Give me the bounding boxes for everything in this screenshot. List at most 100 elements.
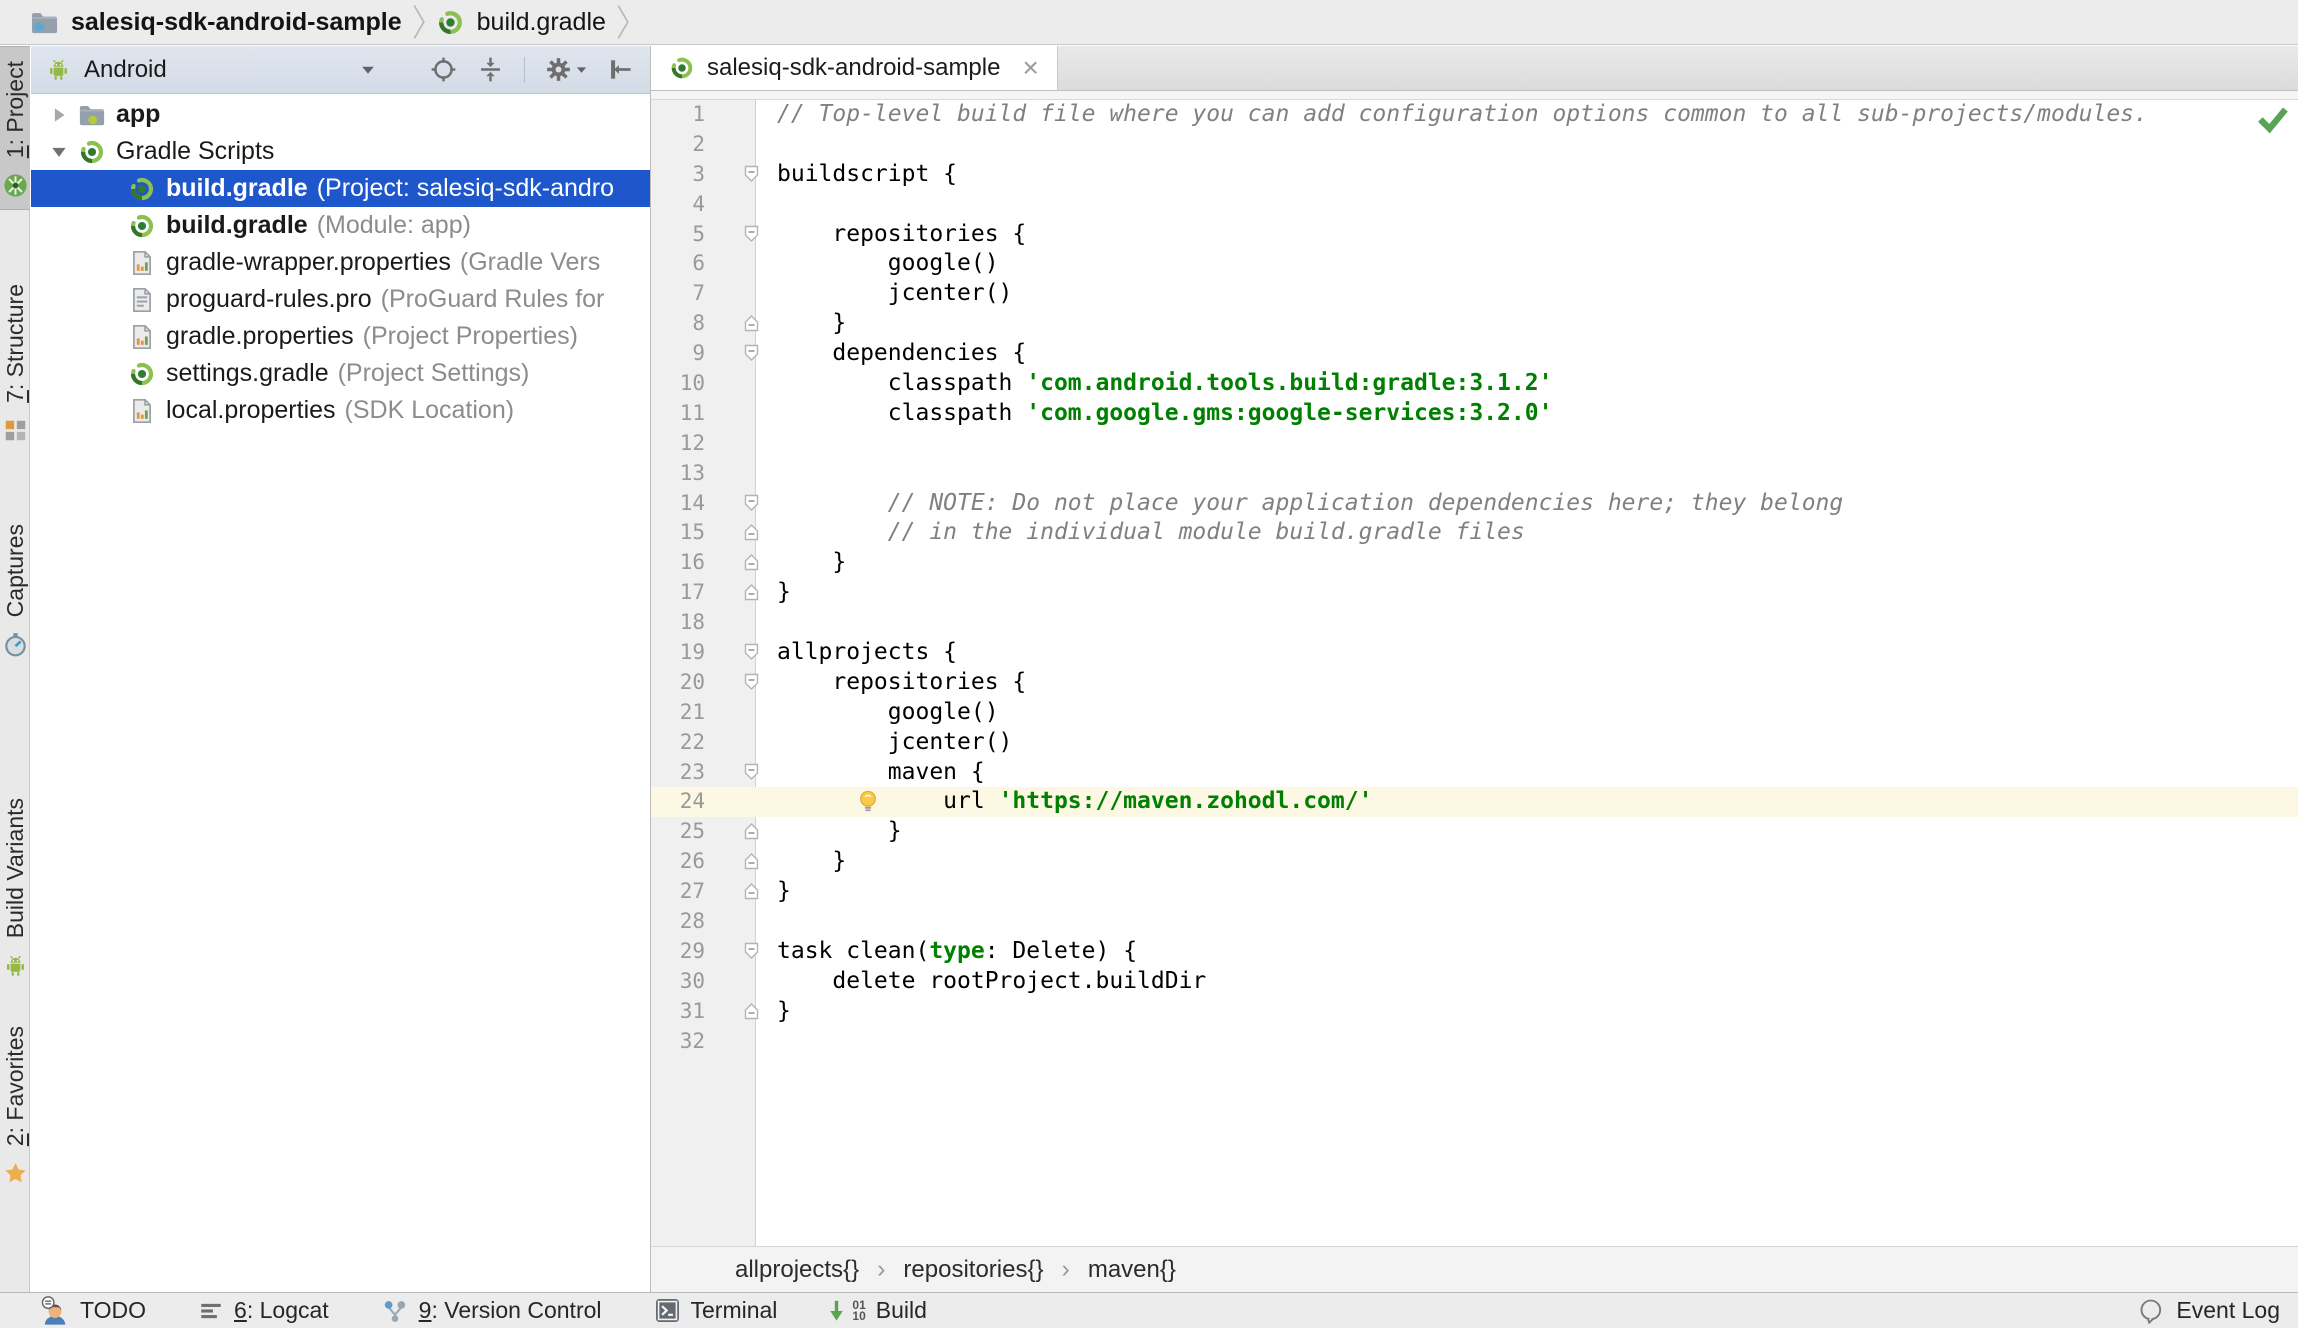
code-line-23[interactable]: 23 maven { xyxy=(651,758,2298,788)
statusbar-item-terminal[interactable]: Terminal xyxy=(654,1297,778,1324)
fold-open-icon[interactable] xyxy=(744,763,759,781)
code-line-26[interactable]: 26 } xyxy=(651,847,2298,877)
code-line-27[interactable]: 27} xyxy=(651,877,2298,907)
code-text xyxy=(756,1027,777,1057)
collapse-all-button[interactable] xyxy=(477,56,504,83)
intention-bulb-icon[interactable] xyxy=(857,789,879,815)
gradle-icon xyxy=(78,138,106,166)
tree-item-local-properties[interactable]: local.properties(SDK Location) xyxy=(31,392,650,429)
tree-item-build-gradle[interactable]: build.gradle(Module: app) xyxy=(31,207,650,244)
code-line-2[interactable]: 2 xyxy=(651,130,2298,160)
locate-button[interactable] xyxy=(430,56,457,83)
code-line-21[interactable]: 21 google() xyxy=(651,698,2298,728)
fold-close-icon[interactable] xyxy=(744,1002,759,1020)
tree-item-gradle-properties[interactable]: gradle.properties(Project Properties) xyxy=(31,318,650,355)
code-line-24[interactable]: 24 url 'https://maven.zohodl.com/' xyxy=(651,787,2298,817)
fold-close-icon[interactable] xyxy=(744,882,759,900)
fold-open-icon[interactable] xyxy=(744,225,759,243)
breadcrumb-item[interactable]: allprojects{} xyxy=(735,1256,859,1284)
fold-close-icon[interactable] xyxy=(744,583,759,601)
tree-item-build-gradle[interactable]: build.gradle(Project: salesiq-sdk-andro xyxy=(31,170,650,207)
fold-open-icon[interactable] xyxy=(744,643,759,661)
window-breadcrumb-item[interactable]: salesiq-sdk-android-sample xyxy=(30,8,402,37)
code-line-31[interactable]: 31} xyxy=(651,997,2298,1027)
editor-tab[interactable]: salesiq-sdk-android-sample × xyxy=(651,46,1058,90)
fold-open-icon[interactable] xyxy=(744,165,759,183)
fold-open-icon[interactable] xyxy=(744,673,759,691)
fold-region xyxy=(713,728,756,758)
code-line-10[interactable]: 10 classpath 'com.android.tools.build:gr… xyxy=(651,369,2298,399)
statusbar-item-version-control[interactable]: 9: Version Control xyxy=(381,1297,602,1324)
code-line-9[interactable]: 9 dependencies { xyxy=(651,339,2298,369)
tree-expanded-arrow-icon[interactable] xyxy=(48,141,70,163)
fold-region xyxy=(713,399,756,429)
project-view-selector[interactable]: Android xyxy=(45,56,375,84)
code-line-19[interactable]: 19allprojects { xyxy=(651,638,2298,668)
code-text: jcenter() xyxy=(756,279,1012,309)
code-line-20[interactable]: 20 repositories { xyxy=(651,668,2298,698)
code-line-25[interactable]: 25 } xyxy=(651,817,2298,847)
tree-item-name: build.gradle xyxy=(166,211,308,240)
tree-item-app[interactable]: app xyxy=(31,96,650,133)
code-line-17[interactable]: 17} xyxy=(651,578,2298,608)
tree-item-gradle-wrapper-properties[interactable]: gradle-wrapper.properties(Gradle Vers xyxy=(31,244,650,281)
code-line-5[interactable]: 5 repositories { xyxy=(651,220,2298,250)
statusbar-item-logcat[interactable]: 6: Logcat xyxy=(198,1297,329,1324)
code-line-32[interactable]: 32 xyxy=(651,1027,2298,1057)
fold-open-icon[interactable] xyxy=(744,344,759,362)
fold-open-icon[interactable] xyxy=(744,494,759,512)
sidebar-tab-build-variants[interactable]: Build Variants xyxy=(0,798,30,979)
code-text: } xyxy=(756,309,846,339)
tree-item-settings-gradle[interactable]: settings.gradle(Project Settings) xyxy=(31,355,650,392)
statusbar-item-event-log[interactable]: Event Log xyxy=(2138,1297,2280,1324)
fold-close-icon[interactable] xyxy=(744,822,759,840)
fold-close-icon[interactable] xyxy=(744,553,759,571)
code-line-1[interactable]: 1// Top-level build file where you can a… xyxy=(651,100,2298,130)
tree-item-proguard-rules-pro[interactable]: proguard-rules.pro(ProGuard Rules for xyxy=(31,281,650,318)
code-line-11[interactable]: 11 classpath 'com.google.gms:google-serv… xyxy=(651,399,2298,429)
code-line-18[interactable]: 18 xyxy=(651,608,2298,638)
code-line-29[interactable]: 29task clean(type: Delete) { xyxy=(651,937,2298,967)
fold-region xyxy=(713,369,756,399)
sidebar-tab-structure[interactable]: 7: Structure xyxy=(0,284,30,444)
close-tab-icon[interactable]: × xyxy=(1022,56,1038,80)
fold-region xyxy=(713,698,756,728)
fold-close-icon[interactable] xyxy=(744,852,759,870)
code-line-8[interactable]: 8 } xyxy=(651,309,2298,339)
sidebar-tab-project[interactable]: 1: Project xyxy=(0,46,30,210)
breadcrumb-item[interactable]: repositories{} xyxy=(903,1256,1043,1284)
code-line-6[interactable]: 6 google() xyxy=(651,249,2298,279)
tree-collapsed-arrow-icon[interactable] xyxy=(48,104,70,126)
fold-close-icon[interactable] xyxy=(744,523,759,541)
statusbar-item-todo[interactable]: TODO xyxy=(40,1296,146,1326)
code-line-16[interactable]: 16 } xyxy=(651,548,2298,578)
line-number: 31 xyxy=(651,997,713,1027)
fold-close-icon[interactable] xyxy=(744,314,759,332)
code-line-13[interactable]: 13 xyxy=(651,459,2298,489)
breadcrumb-item[interactable]: maven{} xyxy=(1088,1256,1176,1284)
fold-region xyxy=(713,190,756,220)
code-line-28[interactable]: 28 xyxy=(651,907,2298,937)
code-line-15[interactable]: 15 // in the individual module build.gra… xyxy=(651,518,2298,548)
tree-item-gradle-scripts[interactable]: Gradle Scripts xyxy=(31,133,650,170)
hide-panel-button[interactable] xyxy=(607,56,634,83)
sidebar-tab-favorites[interactable]: 2: Favorites xyxy=(0,1026,30,1187)
code-line-30[interactable]: 30 delete rootProject.buildDir xyxy=(651,967,2298,997)
window-breadcrumb-item[interactable]: build.gradle xyxy=(436,8,606,37)
sidebar-tab-captures[interactable]: Captures xyxy=(0,524,30,658)
code-area[interactable]: 1// Top-level build file where you can a… xyxy=(651,100,2298,1246)
code-line-7[interactable]: 7 jcenter() xyxy=(651,279,2298,309)
code-line-3[interactable]: 3buildscript { xyxy=(651,160,2298,190)
settings-button[interactable] xyxy=(545,56,587,83)
code-line-12[interactable]: 12 xyxy=(651,429,2298,459)
fold-region xyxy=(713,608,756,638)
structure-icon xyxy=(2,417,29,444)
fold-region xyxy=(713,489,756,519)
code-line-14[interactable]: 14 // NOTE: Do not place your applicatio… xyxy=(651,489,2298,519)
code-text: // Top-level build file where you can ad… xyxy=(756,100,2148,130)
code-line-4[interactable]: 4 xyxy=(651,190,2298,220)
code-line-22[interactable]: 22 jcenter() xyxy=(651,728,2298,758)
fold-open-icon[interactable] xyxy=(744,942,759,960)
statusbar-item-build[interactable]: 0110Build xyxy=(829,1297,927,1324)
dd-arrow-icon xyxy=(361,65,375,75)
